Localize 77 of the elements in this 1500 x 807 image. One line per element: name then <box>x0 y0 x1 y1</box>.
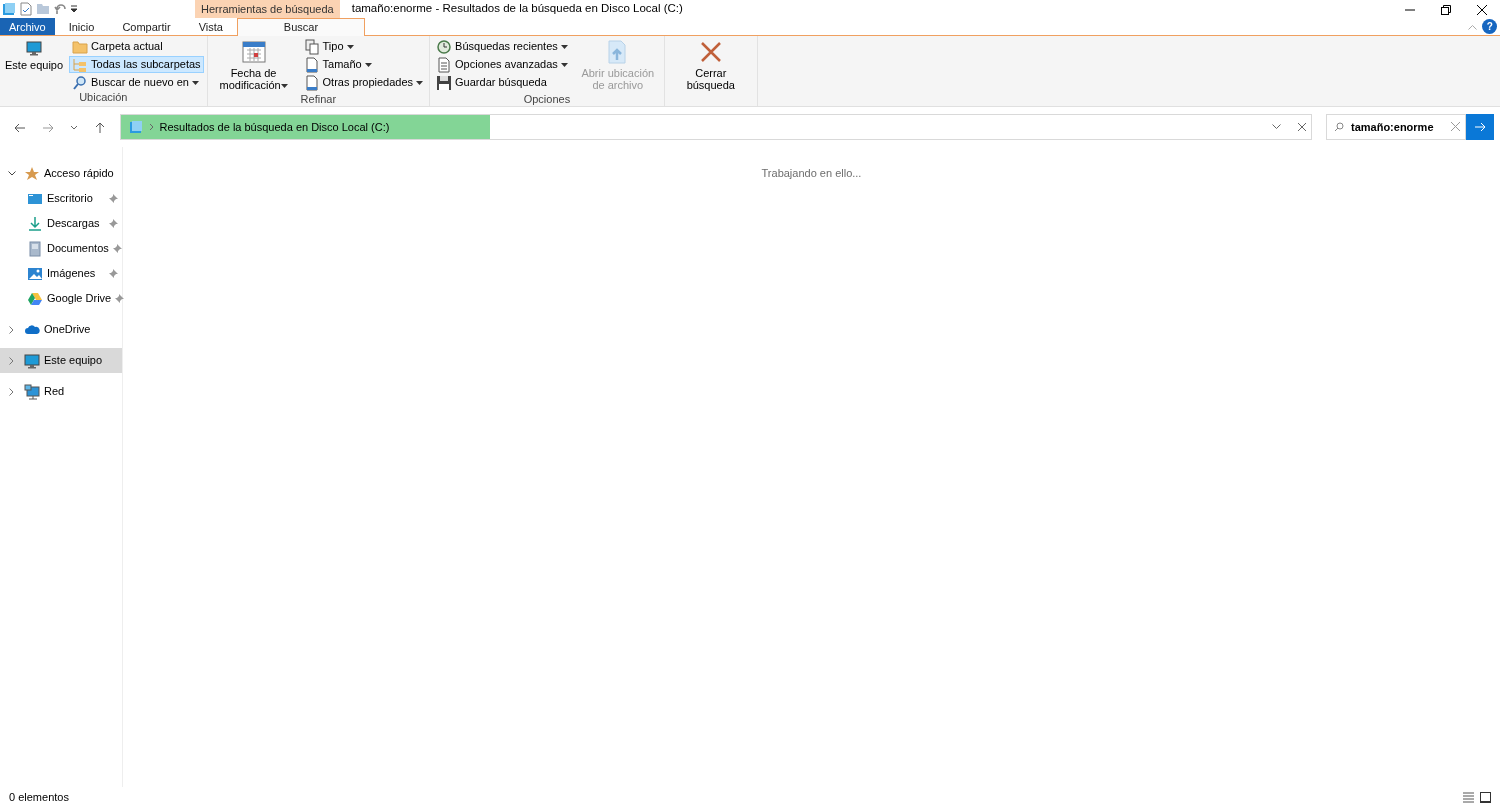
group-label: Refinar <box>299 93 338 106</box>
floppy-icon <box>436 74 453 91</box>
triangle-icon <box>27 290 43 307</box>
restore-icon <box>1441 4 1451 15</box>
nav-item[interactable]: Escritorio <box>0 186 122 211</box>
chevron-right-icon[interactable] <box>9 325 14 334</box>
status-message: Trabajando en ello... <box>761 167 862 179</box>
nav-item[interactable]: Acceso rápido <box>0 161 122 186</box>
ribbon-button[interactable]: Carpeta actual <box>69 38 204 55</box>
tiles-view-icon[interactable] <box>1480 791 1491 803</box>
calendar-icon <box>241 40 266 64</box>
ribbon-tab[interactable]: Archivo <box>0 18 55 35</box>
arrow-up-icon <box>94 121 106 134</box>
arrow-left-icon <box>14 121 26 134</box>
nav-item[interactable]: Google Drive <box>0 286 122 311</box>
undo-icon[interactable] <box>54 3 66 15</box>
close-icon <box>1477 4 1487 15</box>
chevron-down-icon[interactable] <box>7 171 16 176</box>
network-icon <box>24 383 40 400</box>
nav-item[interactable]: OneDrive <box>0 317 122 342</box>
monitor-icon <box>24 352 40 369</box>
nav-item[interactable]: Descargas <box>0 211 122 236</box>
address-path: Resultados de la búsqueda en Disco Local (C:) <box>159 119 390 135</box>
ribbon-button[interactable]: Buscar de nuevo en <box>69 74 204 91</box>
ribbon-tab[interactable]: Inicio <box>54 18 109 35</box>
ribbon-button[interactable]: Búsquedas recientes <box>433 38 571 55</box>
help-button[interactable]: ? <box>1482 19 1498 34</box>
search-icon <box>72 74 89 91</box>
window-title: tamaño:enorme - Resultados de la búsqueda en Disco Local (C:) <box>350 1 683 17</box>
search-field[interactable]: tamaño:enorme <box>1326 114 1466 140</box>
ribbon-tab[interactable]: Vista <box>184 18 237 35</box>
arrow-right-icon <box>1474 122 1486 132</box>
monitor-icon <box>26 40 43 56</box>
close-icon <box>698 40 723 64</box>
clear-icon[interactable] <box>1297 123 1306 131</box>
ribbon-button[interactable]: Este equipo <box>3 38 66 73</box>
arrow-right-icon <box>42 121 54 134</box>
chevron-right-icon[interactable] <box>9 356 14 365</box>
item-count: 0 elementos <box>9 789 69 805</box>
nav-item[interactable]: Este equipo <box>0 348 122 373</box>
ribbon-tab[interactable]: Buscar <box>236 18 365 36</box>
app-icon <box>2 2 16 16</box>
group-label: Opciones <box>522 93 572 106</box>
download-icon <box>27 215 43 232</box>
ribbon-button[interactable]: Todas las subcarpetas <box>69 56 204 73</box>
document-icon <box>303 74 320 91</box>
ribbon-button[interactable]: Opciones avanzadas <box>433 56 571 73</box>
list-icon <box>436 56 453 73</box>
chevron-up-icon[interactable] <box>1467 23 1477 30</box>
ribbon-button[interactable]: Otras propiedades <box>300 74 427 91</box>
folder-icon <box>129 120 143 134</box>
address-bar[interactable]: Resultados de la búsqueda en Disco Local (C:) <box>120 114 1312 140</box>
ribbon-button[interactable]: Fecha de modificación <box>210 38 297 93</box>
ribbon-button[interactable]: Tipo <box>300 38 427 55</box>
ribbon-button[interactable]: Guardar búsqueda <box>433 74 571 91</box>
chevron-right-icon[interactable] <box>9 387 14 396</box>
chevron-right-icon <box>149 123 154 131</box>
document-icon <box>27 240 43 257</box>
star-icon <box>24 165 40 182</box>
document-icon[interactable] <box>20 2 32 16</box>
group-label: Ubicación <box>78 91 129 105</box>
ribbon-button[interactable]: Cerrar búsqueda <box>667 38 754 93</box>
nav-item[interactable]: Red <box>0 379 122 404</box>
clear-icon[interactable] <box>1451 122 1460 131</box>
document-icon <box>303 56 320 73</box>
subfolders-icon <box>72 56 89 73</box>
image-icon <box>27 265 43 282</box>
nav-item[interactable]: Documentos <box>0 236 122 261</box>
nav-item[interactable]: Imágenes <box>0 261 122 286</box>
context-tab-header: Herramientas de búsqueda <box>195 0 340 18</box>
ribbon-button[interactable]: Tamaño <box>300 56 427 73</box>
chevron-down-icon[interactable] <box>1272 124 1281 130</box>
dropdown-icon[interactable] <box>70 5 78 13</box>
details-view-icon[interactable] <box>1463 791 1474 803</box>
search-icon <box>1334 122 1344 132</box>
search-go-button[interactable] <box>1466 114 1494 140</box>
ribbon-tab[interactable]: Compartir <box>108 18 185 35</box>
